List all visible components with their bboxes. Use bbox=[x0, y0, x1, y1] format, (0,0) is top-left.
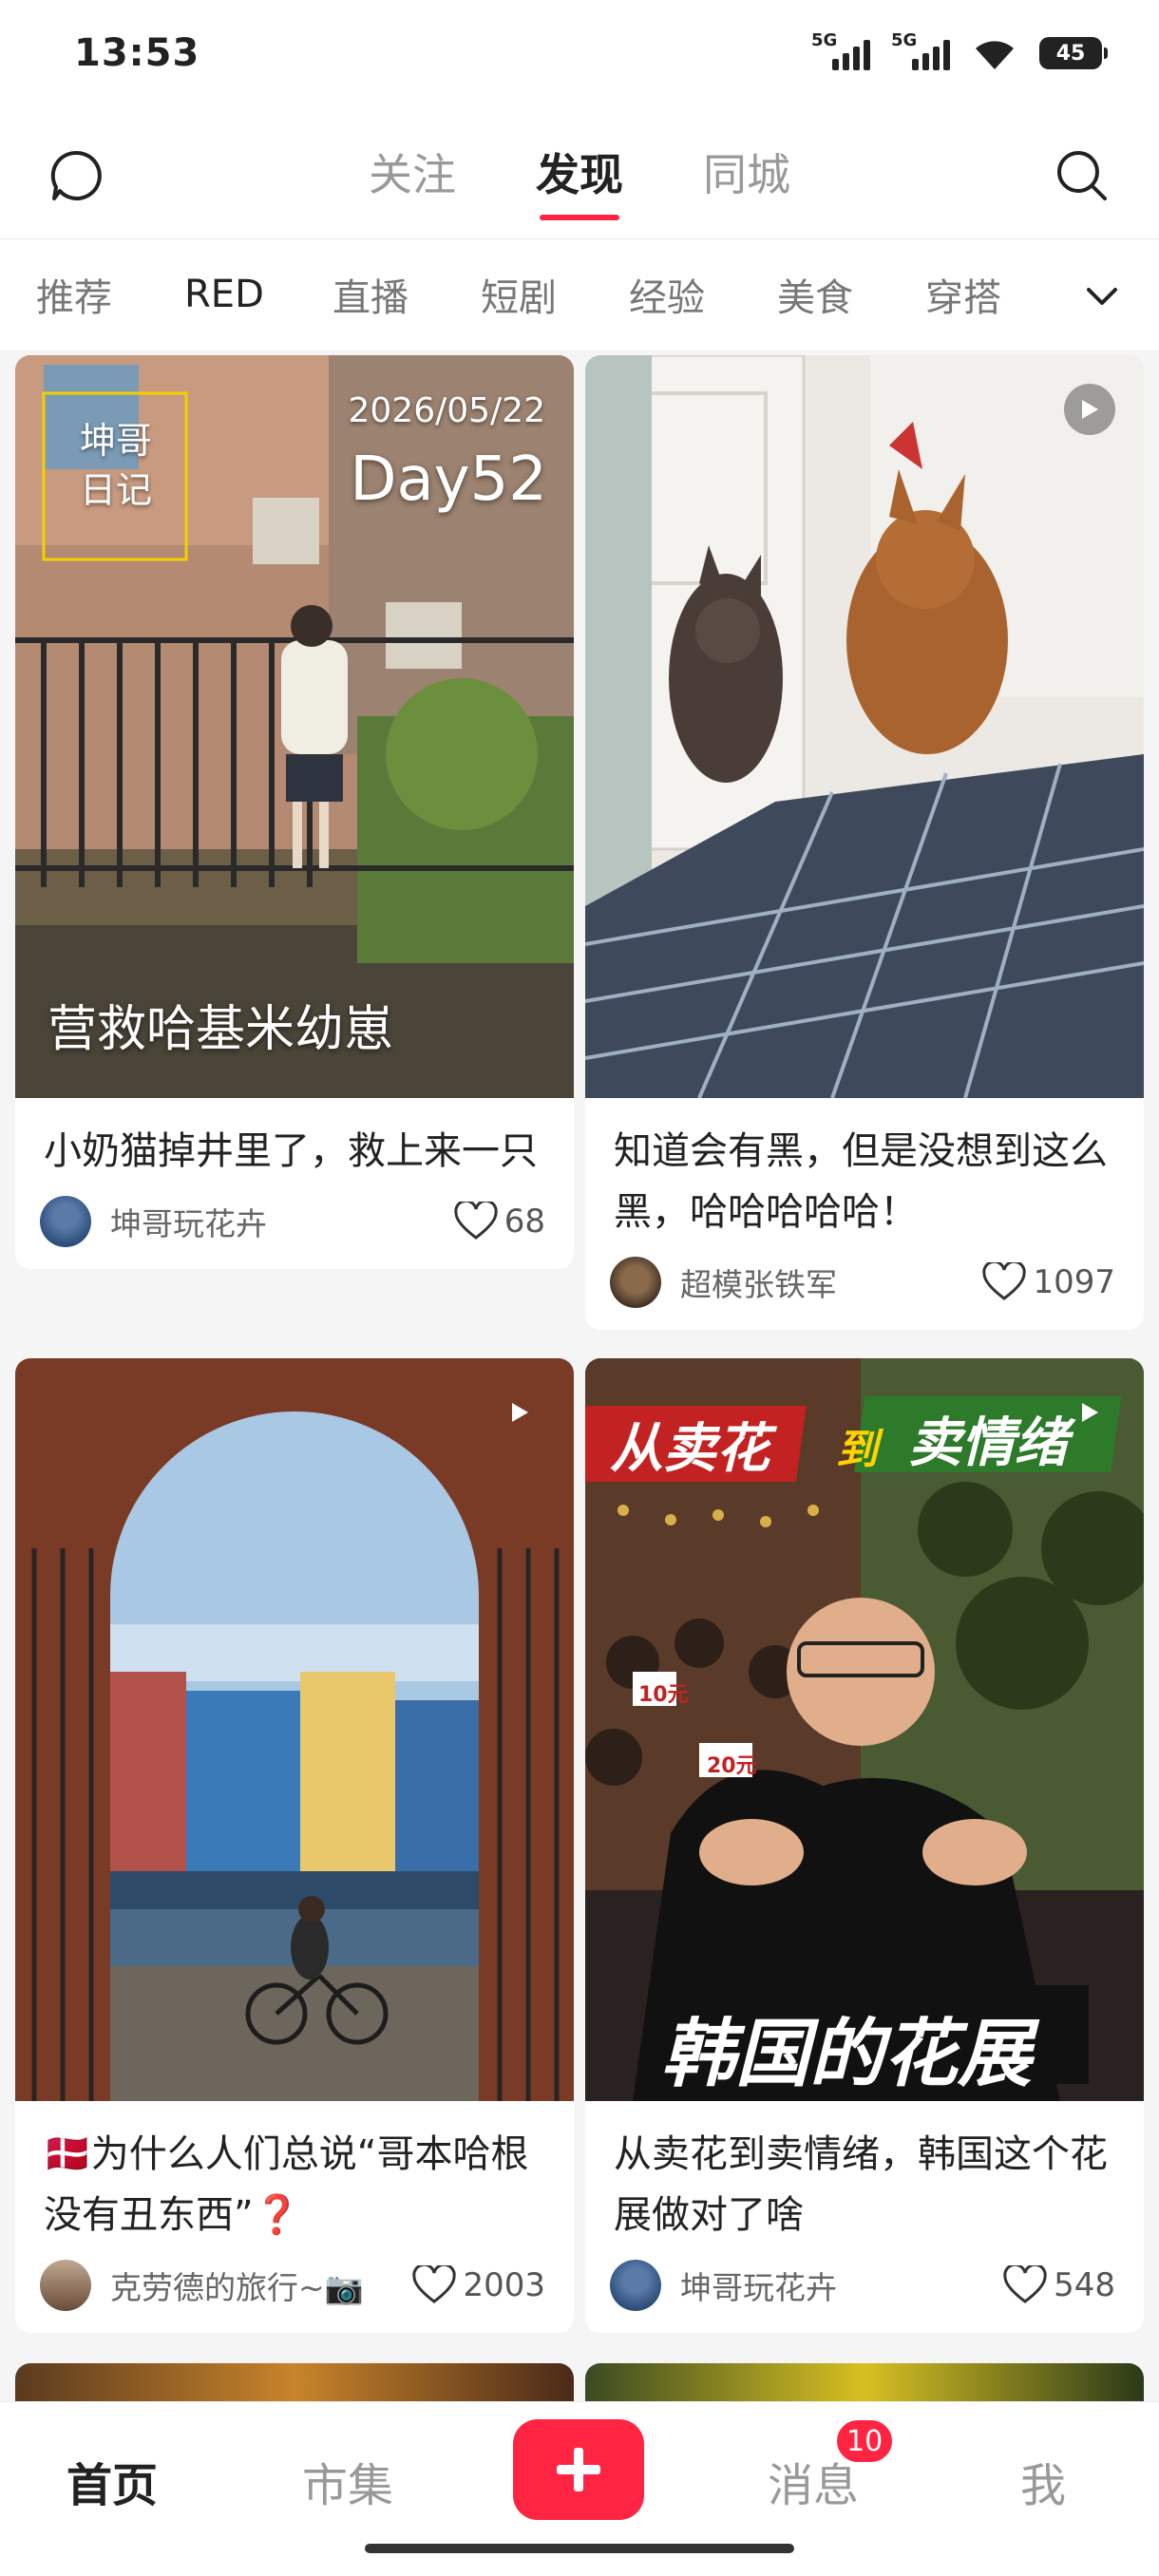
note-cover: 坤哥 日记 2026/05/22 Day52 营救哈基米幼崽 bbox=[15, 355, 574, 1098]
heart-icon bbox=[412, 2265, 457, 2303]
category-bar: 推荐 RED 直播 短剧 经验 美食 穿搭 bbox=[0, 239, 1159, 350]
nav-me[interactable]: 我 bbox=[1020, 2448, 1066, 2514]
heart-icon bbox=[982, 1262, 1027, 1300]
category-live[interactable]: 直播 bbox=[332, 267, 481, 322]
brand-stamp: 坤哥 日记 bbox=[79, 420, 152, 511]
note-meta: 超模张铁军 1097 bbox=[585, 1242, 1144, 1330]
like-count: 548 bbox=[1054, 2266, 1115, 2304]
like-button[interactable]: 68 bbox=[453, 1202, 545, 1241]
feed: 坤哥 日记 2026/05/22 Day52 营救哈基米幼崽 小奶猫掉井里了，救… bbox=[0, 350, 1159, 2401]
note-meta: 坤哥玩花卉 68 bbox=[15, 1182, 574, 1269]
unread-badge: 10 bbox=[834, 2417, 896, 2465]
note-card[interactable]: 从卖花 到 卖情绪 10元 20元 韩国的花展 从卖花到卖情绪，韩国这个花展做对… bbox=[585, 1358, 1144, 2333]
like-count: 1097 bbox=[1033, 1263, 1115, 1301]
like-count: 2003 bbox=[463, 2266, 545, 2304]
note-card[interactable]: 坤哥 日记 2026/05/22 Day52 营救哈基米幼崽 小奶猫掉井里了，救… bbox=[15, 355, 574, 1269]
avatar[interactable] bbox=[40, 1196, 91, 1247]
tab-nearby[interactable]: 同城 bbox=[703, 141, 790, 220]
note-meta: 克劳德的旅行~📷 2003 bbox=[15, 2245, 574, 2333]
category-outfit[interactable]: 穿搭 bbox=[925, 267, 1074, 322]
overlay-date: 2026/05/22 bbox=[348, 391, 546, 430]
price-tag: 20元 bbox=[707, 1754, 757, 1778]
tab-discover[interactable]: 发现 bbox=[536, 141, 623, 220]
note-meta: 坤哥玩花卉 548 bbox=[585, 2245, 1144, 2333]
play-icon bbox=[1064, 1387, 1115, 1438]
overlay-day: Day52 bbox=[350, 445, 547, 515]
status-icons: 5G 5G 45 bbox=[811, 30, 1108, 72]
category-food[interactable]: 美食 bbox=[777, 267, 925, 322]
overlay-caption: 营救哈基米幼崽 bbox=[48, 1001, 394, 1058]
signal-icon: 5G bbox=[891, 30, 950, 72]
battery-icon: 45 bbox=[1039, 37, 1108, 69]
heart-icon bbox=[454, 1202, 498, 1240]
play-icon bbox=[1064, 384, 1115, 435]
note-title: 从卖花到卖情绪，韩国这个花展做对了啥 bbox=[614, 2132, 1108, 2237]
like-button[interactable]: 1097 bbox=[981, 1262, 1115, 1302]
home-indicator bbox=[365, 2544, 794, 2553]
category-experience[interactable]: 经验 bbox=[629, 267, 777, 322]
nav-market[interactable]: 市集 bbox=[302, 2448, 393, 2514]
author-name[interactable]: 坤哥玩花卉 bbox=[680, 2263, 1002, 2308]
like-count: 68 bbox=[504, 1203, 545, 1241]
author-name[interactable]: 超模张铁军 bbox=[680, 1260, 981, 1305]
note-title: 小奶猫掉井里了，救上来一只 bbox=[44, 1129, 538, 1173]
overlay-bottom-title: 韩国的花展 bbox=[661, 2012, 1033, 2097]
category-short-drama[interactable]: 短剧 bbox=[481, 267, 629, 322]
author-name[interactable]: 坤哥玩花卉 bbox=[110, 1199, 453, 1244]
signal-icon: 5G bbox=[811, 30, 870, 72]
wifi-icon bbox=[976, 41, 1014, 69]
note-cover: 从卖花 到 卖情绪 10元 20元 韩国的花展 bbox=[585, 1358, 1144, 2101]
note-cover bbox=[585, 2363, 1144, 2401]
price-tag: 10元 bbox=[638, 1683, 689, 1707]
overlay-headline-mid: 到 bbox=[836, 1426, 878, 1474]
avatar[interactable] bbox=[610, 2260, 661, 2311]
note-title: 🇩🇰为什么人们总说“哥本哈根没有丑东西”❓ bbox=[44, 2132, 529, 2237]
note-card[interactable] bbox=[585, 2363, 1144, 2401]
like-button[interactable]: 2003 bbox=[411, 2265, 545, 2305]
top-nav: 关注 发现 同城 bbox=[0, 106, 1159, 239]
like-button[interactable]: 548 bbox=[1002, 2265, 1115, 2305]
top-tabs: 关注 发现 同城 bbox=[0, 141, 1159, 220]
author-name[interactable]: 克劳德的旅行~📷 bbox=[110, 2263, 411, 2308]
chevron-down-icon[interactable] bbox=[1079, 274, 1125, 319]
status-bar: 13:53 5G 5G 45 bbox=[0, 0, 1159, 106]
note-cover bbox=[15, 1358, 574, 2101]
nav-home[interactable]: 首页 bbox=[66, 2448, 158, 2514]
publish-button[interactable] bbox=[513, 2419, 644, 2520]
category-recommend[interactable]: 推荐 bbox=[36, 267, 184, 322]
note-cover bbox=[15, 2363, 574, 2401]
plus-icon bbox=[557, 2448, 600, 2491]
avatar[interactable] bbox=[40, 2260, 91, 2311]
note-card[interactable]: 知道会有黑，但是没想到这么黑，哈哈哈哈哈！ 超模张铁军 1097 bbox=[585, 355, 1144, 1330]
heart-icon bbox=[1003, 2265, 1047, 2303]
note-card[interactable]: 🇩🇰为什么人们总说“哥本哈根没有丑东西”❓ 克劳德的旅行~📷 2003 bbox=[15, 1358, 574, 2333]
note-cover bbox=[585, 355, 1144, 1098]
play-icon bbox=[494, 1387, 545, 1438]
note-title: 知道会有黑，但是没想到这么黑，哈哈哈哈哈！ bbox=[614, 1129, 1108, 1234]
note-card[interactable] bbox=[15, 2363, 574, 2401]
status-time: 13:53 bbox=[74, 31, 200, 75]
overlay-headline-right: 卖情绪 bbox=[908, 1412, 1068, 1474]
category-red[interactable]: RED bbox=[184, 273, 332, 316]
overlay-headline-left: 从卖花 bbox=[610, 1418, 770, 1480]
tab-follow[interactable]: 关注 bbox=[369, 141, 456, 220]
search-icon[interactable] bbox=[1051, 144, 1113, 207]
avatar[interactable] bbox=[610, 1257, 661, 1308]
